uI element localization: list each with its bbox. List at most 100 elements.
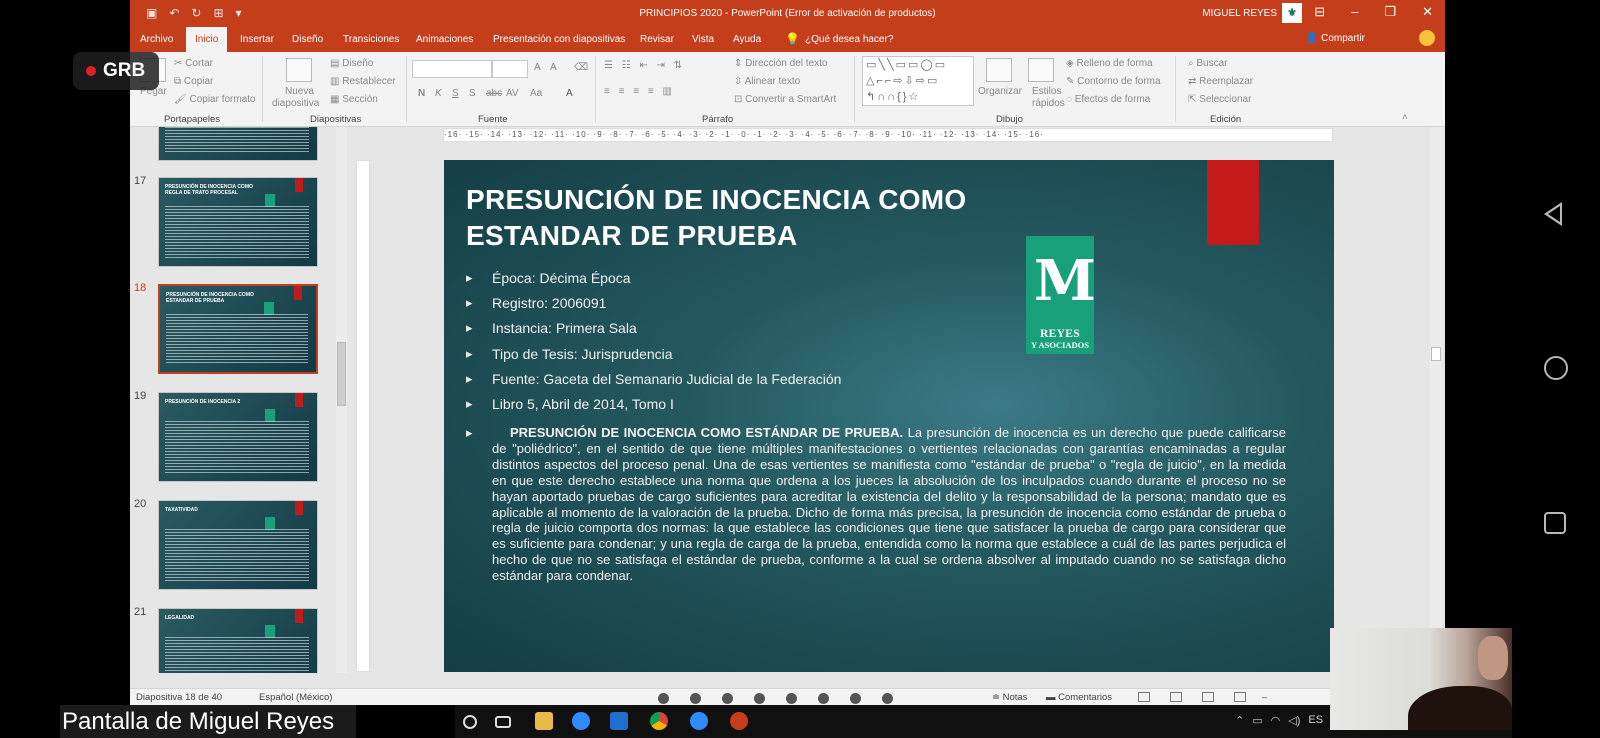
format-painter-button[interactable]: 🖌 Copiar formato	[174, 94, 256, 105]
chrome-icon[interactable]	[650, 712, 668, 730]
quick-styles-button[interactable]: Estilos	[1032, 86, 1061, 97]
recent-apps-icon[interactable]	[1544, 512, 1566, 534]
shapes-gallery[interactable]: ▭╲╲▭▭◯▭ △⌐⌐⇨⇩⇨▭ ↰∩∩{}☆	[862, 56, 974, 106]
minimize-icon[interactable]: –	[1351, 4, 1358, 20]
dot	[786, 693, 797, 704]
shape-fill-button[interactable]: ◈ Relleno de forma	[1066, 58, 1153, 69]
tab-vista[interactable]: Vista	[692, 34, 714, 45]
bullet-list[interactable]: Época: Décima Época Registro: 2006091 In…	[466, 268, 1066, 419]
tab-animaciones[interactable]: Animaciones	[416, 34, 473, 45]
thumbnails-scrollbar[interactable]	[336, 127, 347, 673]
notes-button[interactable]: ≐ Notas	[992, 692, 1027, 703]
scrollbar-thumb[interactable]	[1431, 347, 1441, 361]
slide-title[interactable]: PRESUNCIÓN DE INOCENCIA COMO ESTANDAR DE…	[466, 182, 1026, 254]
ribbon-display-icon[interactable]: ⊟	[1314, 4, 1325, 20]
zoom-icon[interactable]	[572, 712, 590, 730]
new-slide-button[interactable]: Nueva	[285, 86, 314, 97]
new-slide-icon[interactable]	[286, 58, 312, 82]
underline-button[interactable]: S	[452, 88, 459, 99]
user-name[interactable]: MIGUEL REYES	[1202, 8, 1277, 19]
smartart-button[interactable]: ⊡ Convertir a SmartArt	[734, 94, 836, 105]
replace-button[interactable]: ⇄ Reemplazar	[1188, 76, 1253, 87]
zoom-out-icon[interactable]: –	[1262, 692, 1267, 703]
slide-thumbnail-20[interactable]: TAXATIVIDAD	[158, 500, 318, 590]
tab-archivo[interactable]: Archivo	[140, 34, 173, 45]
list-buttons[interactable]: ☰ ☷ ⇤ ⇥ ⇅	[604, 60, 685, 71]
find-button[interactable]: ⌕ Buscar	[1188, 58, 1228, 69]
cut-button[interactable]: ✂ Cortar	[174, 58, 213, 69]
input-language[interactable]: ES	[1308, 714, 1323, 727]
slideshow-icon[interactable]	[1234, 692, 1246, 702]
section-button[interactable]: ▦ Sección	[330, 94, 378, 105]
font-family-select[interactable]	[412, 60, 492, 78]
tab-inicio[interactable]: Inicio	[186, 27, 228, 52]
change-case-button[interactable]: Aa	[530, 88, 542, 99]
battery-icon[interactable]: ▭	[1252, 714, 1262, 727]
language-indicator[interactable]: Español (México)	[259, 692, 332, 703]
slide-thumbnail-21[interactable]: LEGALIDAD	[158, 608, 318, 673]
volume-icon[interactable]: ◁)	[1288, 714, 1300, 727]
collapse-ribbon-icon[interactable]: ˄	[1402, 112, 1408, 123]
font-size-select[interactable]	[492, 60, 528, 78]
italic-button[interactable]: K	[435, 88, 442, 99]
shrink-font-button[interactable]: A	[550, 62, 557, 73]
quick-styles-icon[interactable]	[1028, 58, 1054, 82]
grow-font-button[interactable]: A	[534, 62, 541, 73]
slide-scrollbar[interactable]	[1430, 127, 1442, 673]
comments-button[interactable]: ▬ Comentarios	[1046, 692, 1112, 703]
align-text-button[interactable]: ⇳ Alinear texto	[734, 76, 800, 87]
align-buttons[interactable]: ≡ ≡ ≡ ≡ ▥	[604, 86, 675, 97]
arrange-icon[interactable]	[986, 58, 1012, 82]
strikethrough-button[interactable]: abc	[486, 88, 502, 99]
group-separator	[406, 56, 407, 122]
normal-view-icon[interactable]	[1138, 692, 1150, 702]
select-button[interactable]: ⇱ Seleccionar	[1188, 94, 1251, 105]
tab-insertar[interactable]: Insertar	[240, 34, 274, 45]
wifi-icon[interactable]: ◠	[1271, 714, 1281, 727]
chevron-up-icon[interactable]: ⌃	[1235, 714, 1244, 727]
tab-ayuda[interactable]: Ayuda	[733, 34, 761, 45]
tab-revisar[interactable]: Revisar	[640, 34, 674, 45]
layout-button[interactable]: ▤ Diseño	[330, 58, 373, 69]
share-button[interactable]: 👤 Compartir	[1306, 33, 1365, 44]
store-icon[interactable]	[610, 712, 628, 730]
tab-presentacion[interactable]: Presentación con diapositivas	[493, 34, 625, 45]
file-explorer-icon[interactable]	[535, 712, 553, 730]
slide-sorter-icon[interactable]	[1170, 692, 1182, 702]
thesis-paragraph[interactable]: PRESUNCIÓN DE INOCENCIA COMO ESTÁNDAR DE…	[466, 425, 1286, 584]
user-avatar[interactable]: ⚜	[1282, 3, 1302, 23]
smiley-icon[interactable]	[1419, 30, 1435, 46]
powerpoint-icon[interactable]	[730, 712, 748, 730]
clear-format-icon[interactable]: ⌫	[574, 62, 588, 73]
zoom-meeting-icon[interactable]	[690, 712, 708, 730]
tab-transiciones[interactable]: Transiciones	[343, 34, 399, 45]
home-icon[interactable]	[1544, 356, 1568, 380]
search-icon[interactable]	[463, 715, 477, 729]
font-color-button[interactable]: A	[566, 88, 573, 99]
slide-canvas[interactable]: PRESUNCIÓN DE INOCENCIA COMO ESTANDAR DE…	[444, 160, 1334, 672]
maximize-icon[interactable]: ❐	[1384, 4, 1396, 20]
shadow-button[interactable]: S	[469, 88, 476, 99]
bullet-tipo: Tipo de Tesis: Jurisprudencia	[466, 344, 1066, 369]
copy-button[interactable]: ⧉ Copiar	[174, 76, 213, 87]
tell-me-search[interactable]: ¿Qué desea hacer?	[805, 34, 893, 45]
reset-button[interactable]: ▥ Restablecer	[330, 76, 396, 87]
slide-thumbnail-17[interactable]: PRESUNCIÓN DE INOCENCIA COMO REGLA DE TR…	[158, 177, 318, 267]
slide-thumbnail-18[interactable]: PRESUNCIÓN DE INOCENCIA COMO ESTANDAR DE…	[156, 282, 320, 376]
arrange-button[interactable]: Organizar	[978, 86, 1022, 97]
group-separator	[1175, 56, 1176, 122]
close-icon[interactable]: ✕	[1422, 4, 1433, 20]
tab-diseno[interactable]: Diseño	[292, 34, 323, 45]
char-spacing-button[interactable]: AV	[506, 88, 519, 99]
reading-view-icon[interactable]	[1202, 692, 1214, 702]
slide-thumbnail-19[interactable]: PRESUNCIÓN DE INOCENCIA 2	[158, 392, 318, 482]
shape-outline-button[interactable]: ✎ Contorno de forma	[1066, 76, 1161, 87]
bold-button[interactable]: N	[418, 88, 425, 99]
group-label-editing: Edición	[1210, 114, 1242, 125]
back-icon[interactable]	[1544, 202, 1562, 226]
task-view-icon[interactable]	[495, 716, 511, 728]
slide-thumbnail[interactable]	[158, 127, 318, 161]
shape-effects-button[interactable]: ◌ Efectos de forma	[1066, 94, 1150, 105]
scrollbar-thumb[interactable]	[337, 342, 346, 406]
text-direction-button[interactable]: ⇕ Dirección del texto	[734, 58, 827, 69]
